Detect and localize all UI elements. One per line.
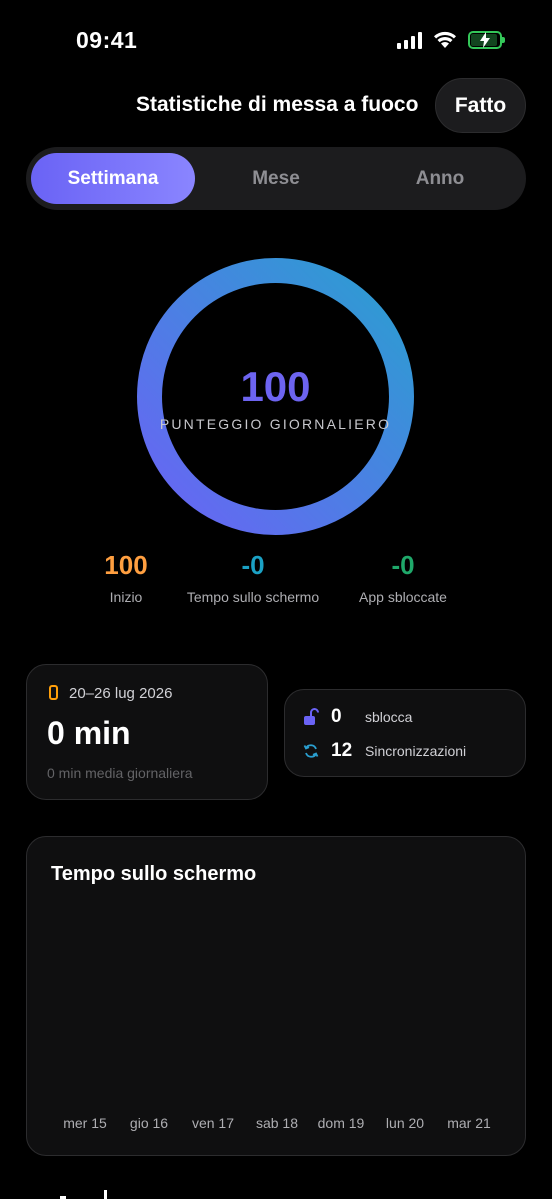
metric-unlocked-apps: -0 App sbloccate	[348, 550, 458, 605]
tab-year[interactable]: Anno	[358, 153, 522, 204]
week-range: 20–26 lug 2026	[69, 685, 173, 702]
focus-stats-screen: 09:41 Statistiche di messa a fuoco Fatto…	[0, 0, 552, 1199]
metric-screen-time: -0 Tempo sullo schermo	[173, 550, 333, 605]
bottom-peek-content	[60, 1190, 107, 1199]
chart-day-label: mer 15	[63, 1115, 107, 1131]
chart-day-label: gio 16	[130, 1115, 168, 1131]
daily-score-ring: 100 PUNTEGGIO GIORNALIERO	[137, 258, 414, 535]
screen-time-chart: mer 15 gio 16 ven 17 sab 18 dom 19 lun 20 mar …	[63, 1115, 491, 1131]
cellular-signal-icon	[397, 31, 422, 49]
week-total: 0 min	[47, 715, 131, 751]
chart-day-label: ven 17	[192, 1115, 234, 1131]
done-button[interactable]: Fatto	[435, 78, 526, 133]
syncs-label: Sincronizzazioni	[365, 743, 467, 759]
syncs-row: 12 Sincronizzazioni	[303, 740, 466, 762]
status-icons	[397, 30, 505, 49]
metric-start-label: Inizio	[109, 589, 143, 605]
status-time: 09:41	[76, 27, 138, 53]
chart-day-label: dom 19	[318, 1115, 365, 1131]
charging-bolt-icon	[480, 31, 490, 48]
metric-start-value: 100	[104, 550, 148, 580]
score-value: 100	[240, 363, 311, 410]
metric-unlocked-apps-label: App sbloccate	[359, 589, 447, 605]
metric-screen-time-value: -0	[241, 550, 265, 580]
metric-unlocked-apps-value: -0	[391, 550, 415, 580]
status-bar: 09:41	[0, 0, 552, 80]
metric-screen-time-label: Tempo sullo schermo	[186, 589, 320, 605]
chart-day-label: lun 20	[386, 1115, 424, 1131]
week-average: 0 min media giornaliera	[47, 765, 193, 781]
chart-day-label: mar 21	[447, 1115, 491, 1131]
score-label: PUNTEGGIO GIORNALIERO	[159, 416, 392, 432]
unlocks-count: 0	[331, 706, 342, 727]
tab-month[interactable]: Mese	[194, 153, 358, 204]
period-segmented-control: Settimana Mese Anno	[26, 147, 526, 210]
unlock-icon	[304, 708, 319, 725]
chart-day-label: sab 18	[256, 1115, 298, 1131]
sync-icon	[303, 744, 319, 758]
unlock-sync-card: 0 sblocca 12 Sincronizzazioni	[284, 689, 526, 777]
unlocks-label: sblocca	[365, 709, 413, 725]
battery-icon	[468, 30, 505, 49]
syncs-count: 12	[331, 740, 353, 761]
wifi-icon	[434, 31, 456, 48]
phone-icon	[49, 685, 58, 700]
tab-week[interactable]: Settimana	[31, 153, 195, 204]
screen-time-chart-card: Tempo sullo schermo mer 15 gio 16 ven 17 sa…	[26, 836, 526, 1156]
page-title: Statistiche di messa a fuoco	[136, 93, 419, 116]
week-summary-card: 20–26 lug 2026 0 min 0 min media giornal…	[26, 664, 268, 800]
metric-start: 100 Inizio	[86, 550, 166, 605]
unlocks-row: 0 sblocca	[303, 706, 412, 728]
